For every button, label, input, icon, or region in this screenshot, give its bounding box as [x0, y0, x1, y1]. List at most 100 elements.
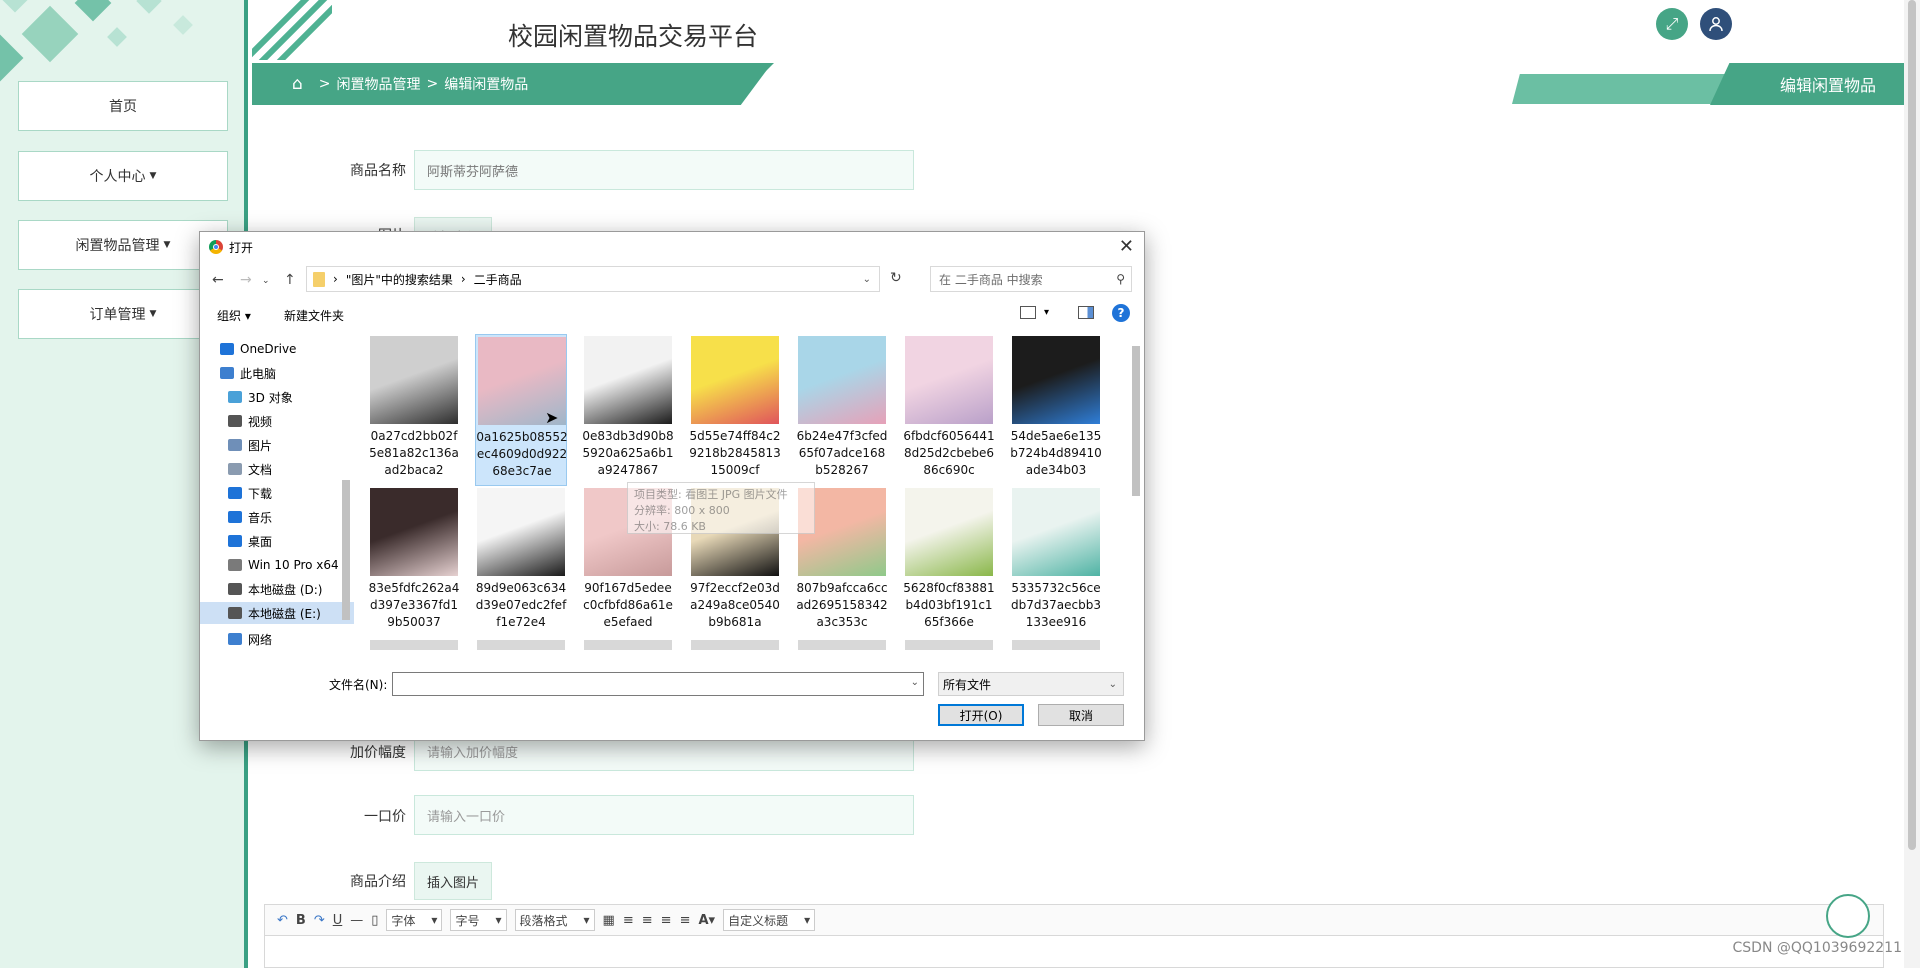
nav-item[interactable]: 文档: [228, 458, 272, 480]
nav-item[interactable]: 3D 对象: [228, 386, 293, 408]
sidebar-item-home[interactable]: 首页: [18, 81, 228, 131]
search-input[interactable]: 在 二手商品 中搜索 ⚲: [930, 266, 1132, 292]
nav-item[interactable]: 视频: [228, 410, 272, 432]
sidebar-item-orders[interactable]: 订单管理 ▼: [18, 289, 228, 339]
nav-item-label: OneDrive: [240, 342, 297, 356]
file-name: 6b24e47f3cfed65f07adce168b528267: [796, 429, 888, 477]
nav-item[interactable]: 网络: [228, 628, 272, 650]
file-tile[interactable]: 5d55e74ff84c29218b284581315009cf: [689, 334, 781, 486]
file-thumbnail-partial[interactable]: [370, 640, 458, 650]
nav-item[interactable]: Win 10 Pro x64: [228, 554, 339, 576]
recent-dropdown-icon[interactable]: ⌄: [262, 276, 270, 286]
nav-item[interactable]: 本地磁盘 (D:): [228, 578, 322, 600]
address-segment-folder[interactable]: 二手商品: [474, 271, 522, 288]
align-right-icon[interactable]: ≡: [642, 913, 653, 928]
file-tile[interactable]: 6b24e47f3cfed65f07adce168b528267: [796, 334, 888, 486]
preview-pane-icon[interactable]: [1078, 306, 1094, 319]
underline-icon[interactable]: U: [333, 913, 343, 928]
font-color-icon[interactable]: A▾: [698, 913, 715, 928]
file-thumbnail: [1012, 488, 1100, 576]
nav-item-label: 音乐: [248, 510, 273, 525]
caret-down-icon: ▾: [583, 913, 590, 927]
new-folder-button[interactable]: 新建文件夹: [284, 307, 344, 324]
sidebar-item-idle-goods[interactable]: 闲置物品管理 ▼: [18, 220, 228, 270]
file-tile[interactable]: 0e83db3d90b85920a625a6b1a9247867: [582, 334, 674, 486]
open-button[interactable]: 打开(O): [938, 704, 1024, 726]
organize-button[interactable]: 组织 ▾: [217, 307, 251, 324]
user-icon[interactable]: [1700, 8, 1732, 40]
sidebar-item-label: 订单管理: [89, 307, 146, 323]
file-tile[interactable]: 5628f0cf83881b4d03bf191c165f366e: [903, 486, 995, 638]
file-tile[interactable]: 89d9e063c634d39e07edc2feff1e72e4: [475, 486, 567, 638]
filetype-select[interactable]: 所有文件 ⌄: [938, 672, 1124, 696]
nav-item[interactable]: OneDrive: [220, 338, 296, 360]
size-select[interactable]: 字号 ▾: [450, 909, 507, 931]
file-tile[interactable]: 5335732c56cedb7d37aecbb3133ee916: [1010, 486, 1102, 638]
forward-arrow-icon[interactable]: →: [240, 272, 252, 288]
raise-label: 加价幅度: [350, 745, 406, 761]
nav-item[interactable]: 音乐: [228, 506, 272, 528]
bold-icon[interactable]: B: [296, 913, 306, 928]
file-tile[interactable]: 54de5ae6e135b724b4d89410ade34b03: [1010, 334, 1102, 486]
insert-image-button[interactable]: 插入图片: [414, 862, 493, 900]
breadcrumb-item-idle-goods[interactable]: 闲置物品管理: [337, 74, 421, 94]
paragraph-select[interactable]: 段落格式 ▾: [514, 909, 595, 931]
file-thumbnail-partial[interactable]: [584, 640, 672, 650]
view-dropdown-icon[interactable]: ▾: [1044, 307, 1049, 318]
navigation-scrollbar[interactable]: [338, 330, 354, 652]
file-scrollbar-thumb[interactable]: [1132, 346, 1140, 496]
page-scrollbar-thumb[interactable]: [1908, 0, 1916, 850]
nav-item[interactable]: 此电脑: [220, 362, 276, 384]
help-icon[interactable]: ?: [1112, 304, 1130, 322]
font-select[interactable]: 字体 ▾: [386, 909, 443, 931]
float-button[interactable]: [1826, 894, 1870, 938]
align-left-icon[interactable]: ≡: [623, 913, 634, 928]
horizontal-rule-icon[interactable]: —: [350, 913, 363, 928]
file-thumbnail-partial[interactable]: [798, 640, 886, 650]
nav-item[interactable]: 桌面: [228, 530, 272, 552]
align-center-icon[interactable]: ≡: [661, 913, 672, 928]
caret-down-icon: ▾: [804, 913, 811, 927]
file-tile[interactable]: 83e5fdfc262a4d397e3367fd19b50037: [368, 486, 460, 638]
home-icon[interactable]: ⌂: [292, 74, 303, 94]
file-scrollbar[interactable]: [1128, 330, 1144, 652]
cancel-button[interactable]: 取消: [1038, 704, 1124, 726]
filename-input[interactable]: ⌄: [392, 672, 924, 696]
file-thumbnail-partial[interactable]: [905, 640, 993, 650]
editor-content-area[interactable]: [264, 936, 1884, 968]
name-input[interactable]: 阿斯蒂芬阿萨德: [414, 150, 914, 190]
refresh-icon[interactable]: ↻: [890, 270, 902, 286]
nav-item[interactable]: 下载: [228, 482, 272, 504]
nav-item[interactable]: 图片: [228, 434, 272, 456]
page-scrollbar[interactable]: [1904, 0, 1920, 968]
undo-icon[interactable]: ↶: [277, 913, 288, 928]
custom-title-select[interactable]: 自定义标题 ▾: [723, 909, 816, 931]
up-arrow-icon[interactable]: ↑: [284, 272, 296, 288]
fixed-price-input[interactable]: 请输入一口价: [414, 795, 914, 835]
file-tile[interactable]: 0a27cd2bb02f5e81a82c136aad2baca2: [368, 334, 460, 486]
page-icon[interactable]: ▯: [371, 913, 378, 928]
sidebar-item-personal-center[interactable]: 个人中心 ▼: [18, 151, 228, 201]
file-thumbnail: [477, 488, 565, 576]
table-icon[interactable]: ▦: [603, 913, 615, 928]
file-name: 89d9e063c634d39e07edc2feff1e72e4: [475, 581, 567, 629]
view-mode-icon[interactable]: [1020, 306, 1036, 319]
file-thumbnail-partial[interactable]: [691, 640, 779, 650]
redo-icon[interactable]: ↷: [314, 913, 325, 928]
fullscreen-icon[interactable]: ⤢: [1656, 8, 1688, 40]
navigation-pane: OneDrive 此电脑 3D 对象 视频 图片 文档 下载音乐桌面 Win 10 Pro x…: [200, 330, 354, 652]
chevron-down-icon[interactable]: ⌄: [863, 274, 871, 285]
file-thumbnail-partial[interactable]: [1012, 640, 1100, 650]
file-tile[interactable]: 6fbdcf60564418d25d2cbebe686c690c: [903, 334, 995, 486]
address-bar[interactable]: › "图片"中的搜索结果 › 二手商品 ⌄: [306, 266, 880, 292]
sidebar-item-label: 个人中心: [89, 169, 146, 185]
justify-icon[interactable]: ≡: [680, 913, 691, 928]
file-thumbnail-partial[interactable]: [477, 640, 565, 650]
file-open-dialog: 打开 ✕ ← → ⌄ ↑ › "图片"中的搜索结果 › 二手商品 ⌄ ↻ 在 二…: [199, 231, 1145, 741]
close-icon[interactable]: ✕: [1119, 236, 1134, 257]
address-segment-search-results[interactable]: "图片"中的搜索结果: [346, 271, 453, 288]
chevron-down-icon[interactable]: ⌄: [911, 677, 919, 688]
nav-item[interactable]: 本地磁盘 (E:): [200, 602, 354, 624]
back-arrow-icon[interactable]: ←: [212, 272, 224, 288]
navigation-scrollbar-thumb[interactable]: [342, 480, 350, 620]
